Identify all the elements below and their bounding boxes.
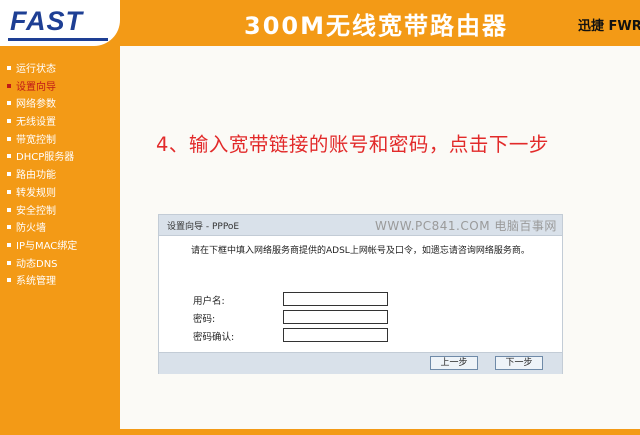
sidebar-item[interactable]: 网络参数	[7, 96, 77, 114]
sidebar-item[interactable]: 动态DNS	[7, 256, 77, 274]
sidebar-item[interactable]: 安全控制	[7, 203, 77, 221]
menu-list: 运行状态设置向导网络参数无线设置带宽控制 DHCP服务器 路由功能转发规则安全控制防…	[7, 61, 77, 291]
bullet-icon	[7, 119, 11, 124]
product-title: 300M无线宽带路由器	[244, 12, 508, 40]
instructions-text: 请在下框中填入网络服务商提供的ADSL上网帐号及口令，如遗忘请咨询网络服务商。	[191, 246, 530, 256]
sidebar-item-label: 无线设置	[16, 117, 56, 129]
next-step-button[interactable]: 下一步	[495, 356, 543, 370]
watermark-text: WWW.PC841.COM 电脑百事网	[375, 219, 557, 233]
brand-model: 迅捷 FWR	[578, 19, 640, 34]
logo-area: FAST	[0, 0, 120, 46]
sidebar-item-label: DHCP服务器	[16, 152, 75, 164]
sidebar-item[interactable]: 设置向导	[7, 79, 77, 97]
fast-logo: FAST	[10, 6, 84, 36]
sidebar-item[interactable]: 无线设置	[7, 114, 77, 132]
sidebar-item-label: 动态DNS	[16, 258, 58, 270]
bullet-icon	[7, 189, 11, 194]
sidebar-item[interactable]: DHCP服务器	[7, 149, 77, 167]
sidebar-item-label: IP与MAC绑定	[16, 240, 78, 252]
dialog-titlebar: 设置向导 - PPPoE WWW.PC841.COM 电脑百事网	[159, 215, 562, 236]
sidebar-item[interactable]: 路由功能	[7, 167, 77, 185]
sidebar-item-label: 转发规则	[16, 187, 56, 199]
bullet-icon	[7, 83, 11, 88]
password-input[interactable]	[283, 310, 388, 324]
sidebar-item[interactable]: 带宽控制	[7, 132, 77, 150]
bullet-icon	[7, 101, 11, 106]
bullet-icon	[7, 225, 11, 230]
sidebar-item-label: 安全控制	[16, 205, 56, 217]
sidebar-item[interactable]: 防火墙	[7, 220, 77, 238]
sidebar-item-label: 运行状态	[16, 64, 56, 75]
bullet-icon	[7, 66, 11, 70]
step-caption: 4、输入宽带链接的账号和密码，点击下一步	[156, 133, 549, 156]
username-label: 用户名:	[193, 296, 225, 307]
logo-underline	[8, 38, 108, 41]
dialog-footer: 上一步 下一步	[159, 352, 562, 374]
sidebar-item-label: 网络参数	[16, 99, 56, 111]
sidebar-item[interactable]: 系统管理	[7, 273, 77, 291]
bottom-accent-strip	[120, 429, 640, 435]
bullet-icon	[7, 278, 11, 283]
confirm-password-input[interactable]	[283, 328, 388, 342]
bullet-icon	[7, 172, 11, 177]
pppoe-dialog: 设置向导 - PPPoE WWW.PC841.COM 电脑百事网 请在下框中填入…	[158, 214, 563, 374]
bullet-icon	[7, 242, 11, 247]
sidebar-item[interactable]: 运行状态	[7, 61, 77, 79]
sidebar-item-label: 带宽控制	[16, 134, 56, 146]
sidebar-item[interactable]: 转发规则	[7, 185, 77, 203]
sidebar-item-label: 系统管理	[16, 276, 56, 288]
header-bar: FAST 300M无线宽带路由器 迅捷 FWR	[0, 0, 640, 46]
dialog-title: 设置向导 - PPPoE	[167, 222, 240, 232]
sidebar-menu: 运行状态设置向导网络参数无线设置带宽控制 DHCP服务器 路由功能转发规则安全控制防…	[0, 46, 120, 435]
sidebar-item-label: 防火墙	[16, 223, 46, 235]
sidebar-item[interactable]: IP与MAC绑定	[7, 238, 77, 256]
bullet-icon	[7, 260, 11, 265]
previous-step-button[interactable]: 上一步	[430, 356, 478, 370]
bullet-icon	[7, 154, 11, 159]
sidebar-item-label: 设置向导	[16, 81, 56, 93]
password-label: 密码:	[193, 314, 216, 325]
bullet-icon	[7, 207, 11, 212]
sidebar-item-label: 路由功能	[16, 170, 56, 182]
username-input[interactable]	[283, 292, 388, 306]
bullet-icon	[7, 136, 11, 141]
confirm-password-label: 密码确认:	[193, 332, 235, 343]
